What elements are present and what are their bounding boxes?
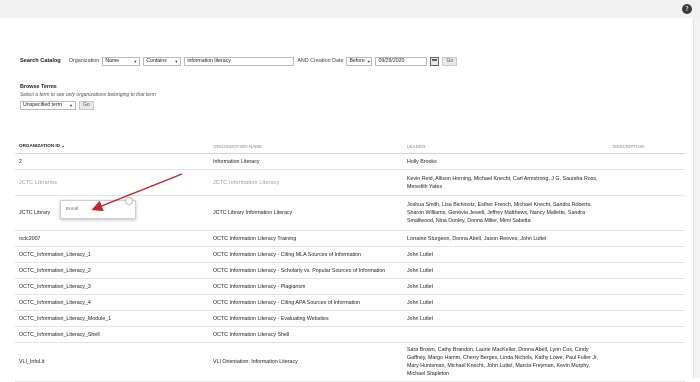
annotation-arrow-icon: [91, 173, 183, 212]
